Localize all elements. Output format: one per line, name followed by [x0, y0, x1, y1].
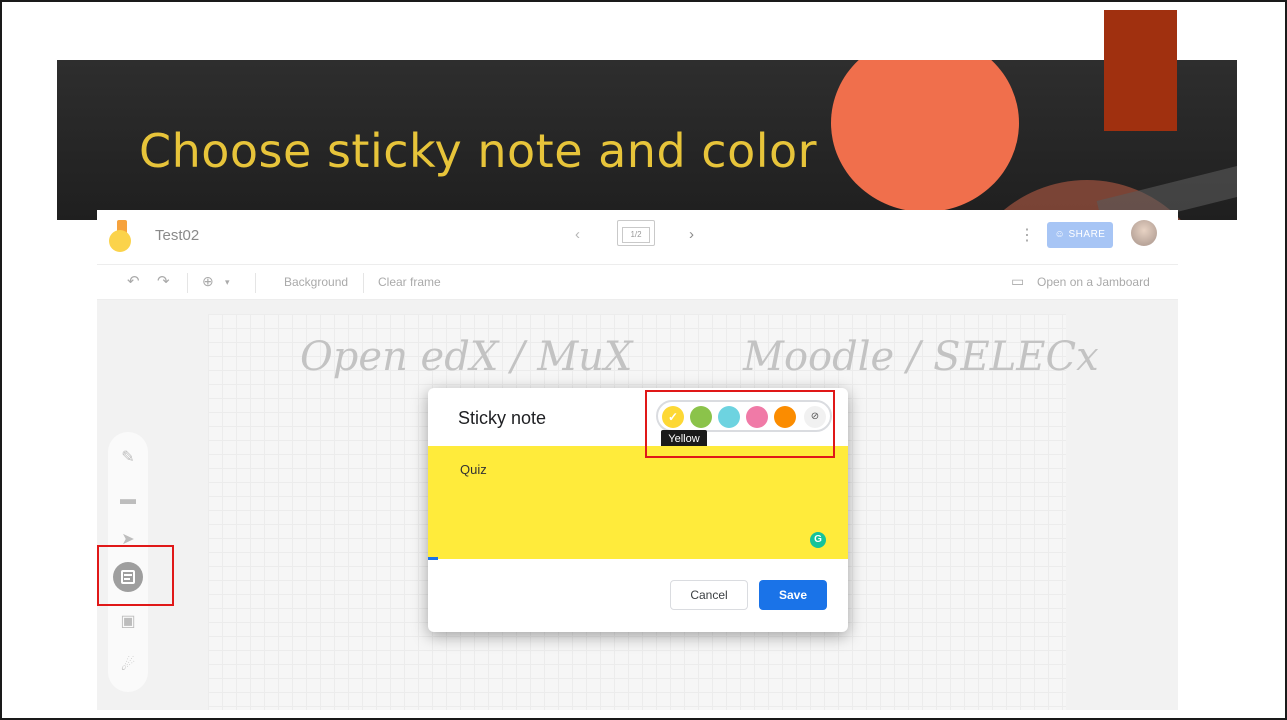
share-button-label: SHARE: [1068, 229, 1106, 240]
handwriting-left: Open edX / MuX: [300, 334, 633, 380]
dialog-title: Sticky note: [458, 408, 547, 428]
slide: Choose sticky note and color Test02 ‹ 1/…: [0, 0, 1287, 720]
open-on-jamboard-button[interactable]: Open on a Jamboard: [1037, 275, 1150, 289]
frame-indicator[interactable]: 1/2: [617, 220, 655, 246]
app-header: Test02 ‹ 1/2 › ⋮ ☺︎ SHARE: [97, 210, 1178, 262]
undo-icon[interactable]: ↶: [127, 272, 140, 290]
highlight-sticky-tool: [97, 545, 174, 606]
note-text[interactable]: Quiz: [460, 462, 487, 477]
grammarly-icon[interactable]: G: [810, 532, 826, 548]
chevron-left-icon[interactable]: ‹: [575, 226, 580, 243]
toolbar: ↶ ↷ ⊕ ▾ Background Clear frame ▭ Open on…: [97, 264, 1178, 300]
slide-title: Choose sticky note and color: [139, 124, 818, 178]
document-title[interactable]: Test02: [155, 227, 199, 244]
decorative-red-rectangle: [1104, 10, 1177, 131]
pen-icon[interactable]: ✎: [116, 446, 140, 470]
image-icon[interactable]: ▣: [116, 610, 140, 634]
clear-frame-button[interactable]: Clear frame: [378, 275, 441, 289]
note-text-area[interactable]: Quiz G: [428, 446, 848, 560]
chevron-right-icon[interactable]: ›: [689, 226, 694, 243]
save-button[interactable]: Save: [759, 580, 827, 610]
present-icon[interactable]: ▭: [1011, 273, 1024, 290]
background-button[interactable]: Background: [284, 275, 348, 289]
title-banner: Choose sticky note and color: [57, 60, 1237, 220]
redo-icon[interactable]: ↷: [157, 272, 170, 290]
frame-indicator-label: 1/2: [622, 227, 650, 243]
cancel-button[interactable]: Cancel: [670, 580, 748, 610]
chevron-down-icon[interactable]: ▾: [225, 277, 230, 288]
more-vert-icon[interactable]: ⋮: [1019, 225, 1035, 245]
laser-icon[interactable]: ☄: [116, 654, 140, 678]
eraser-icon[interactable]: ▬: [116, 488, 140, 512]
toolbar-divider: [255, 273, 256, 293]
zoom-icon[interactable]: ⊕: [202, 273, 214, 290]
toolbar-divider: [187, 273, 188, 293]
share-button[interactable]: ☺︎ SHARE: [1047, 222, 1113, 248]
handwriting-right: Moodle / SELECx: [743, 334, 1099, 380]
resize-indicator: [428, 557, 438, 560]
toolbar-divider: [363, 273, 364, 293]
highlight-color-picker: [645, 390, 835, 458]
decorative-circle-orange: [831, 60, 1019, 212]
jamboard-logo-icon[interactable]: [109, 220, 131, 252]
person-add-icon: ☺︎: [1054, 229, 1069, 240]
avatar[interactable]: [1131, 220, 1157, 246]
